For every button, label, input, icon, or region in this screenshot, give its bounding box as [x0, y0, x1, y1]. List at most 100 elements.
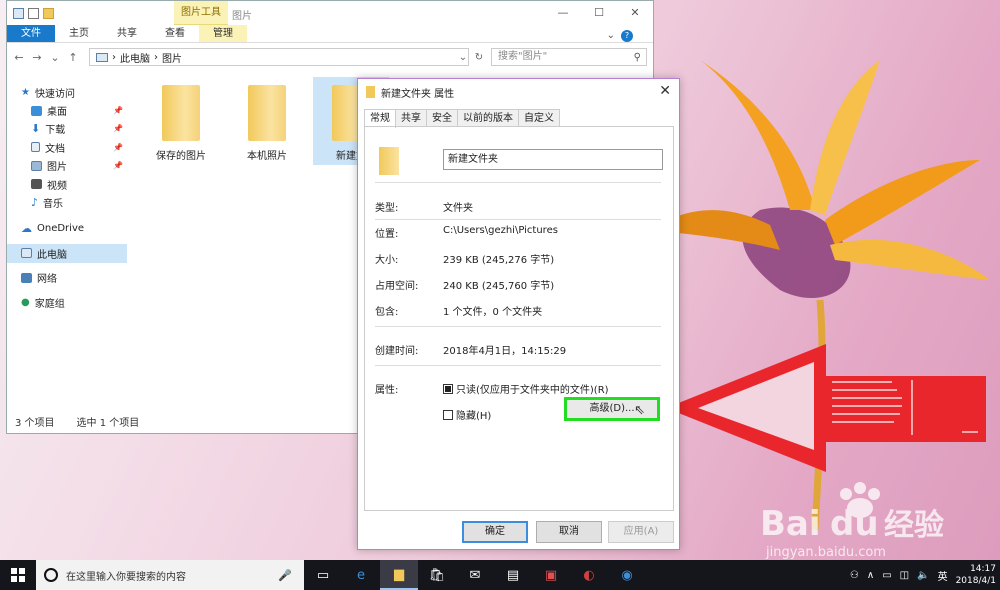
pin-icon[interactable]: 📌 — [113, 124, 123, 133]
onenote-icon[interactable]: ▣ — [532, 560, 570, 590]
readonly-checkbox[interactable]: 只读(仅应用于文件夹中的文件)(R) — [443, 381, 609, 396]
taskbar-search-input[interactable]: 在这里输入你要搜索的内容 🎤 — [36, 560, 304, 590]
close-button[interactable]: ✕ — [659, 83, 671, 99]
breadcrumb-pictures[interactable]: 图片 — [162, 50, 182, 65]
customize-toolbar-icon[interactable] — [58, 8, 66, 19]
location-value: C:\Users\gezhi\Pictures — [443, 225, 558, 236]
volume-icon[interactable]: 🔈 — [917, 570, 929, 581]
minimize-button[interactable]: — — [545, 1, 581, 25]
dialog-titlebar[interactable]: 新建文件夹 属性 ✕ — [358, 79, 679, 105]
ok-button[interactable]: 确定 — [462, 521, 528, 543]
clock[interactable]: 14:17 2018/4/1 — [956, 563, 996, 587]
selection-count: 选中 1 个项目 — [76, 418, 140, 429]
store-icon[interactable]: 🛍 — [418, 560, 456, 590]
edge-icon[interactable]: e — [342, 560, 380, 590]
folder-name-input[interactable]: 新建文件夹 — [443, 149, 663, 170]
address-dropdown-icon[interactable]: ⌄ — [459, 52, 467, 63]
sidebar-item-desktop[interactable]: 桌面 📌 — [7, 101, 127, 119]
sidebar-label: 文档 — [45, 143, 65, 155]
tab-manage[interactable]: 管理 — [199, 25, 247, 42]
sidebar-label: 下载 — [45, 125, 66, 137]
tab-view[interactable]: 查看 — [151, 25, 199, 42]
search-input[interactable]: 搜索"图片" ⚲ — [491, 48, 647, 66]
homegroup-icon: ● — [21, 296, 30, 308]
divider — [375, 326, 661, 327]
red-arrow-annotation — [666, 344, 986, 472]
hidden-checkbox[interactable]: 隐藏(H) — [443, 407, 491, 422]
contains-label: 包含: — [375, 307, 399, 318]
task-view-icon[interactable]: ▭ — [304, 560, 342, 590]
svg-text:du: du — [830, 504, 879, 544]
network-icon[interactable]: ◫ — [900, 570, 909, 581]
sidebar-item-this-pc[interactable]: 此电脑 — [7, 244, 127, 263]
sidebar-item-music[interactable]: ♪ 音乐 — [7, 193, 127, 211]
folder-item[interactable]: 保存的图片 — [143, 77, 219, 165]
file-explorer-icon[interactable]: ▆ — [380, 560, 418, 590]
folder-icon — [379, 147, 399, 175]
tab-share[interactable]: 共享 — [103, 25, 151, 42]
paint-icon[interactable]: ◐ — [570, 560, 608, 590]
news-icon[interactable]: ▤ — [494, 560, 532, 590]
tab-home[interactable]: 主页 — [55, 25, 103, 42]
battery-icon[interactable]: ▭ — [882, 570, 891, 581]
tab-file[interactable]: 文件 — [7, 25, 55, 42]
forward-button[interactable]: → — [31, 51, 43, 64]
tab-customize[interactable]: 自定义 — [518, 109, 560, 127]
maximize-button[interactable]: ☐ — [581, 1, 617, 25]
sidebar-item-downloads[interactable]: ⬇ 下载 📌 — [7, 120, 127, 138]
people-icon[interactable]: ⚇ — [850, 570, 859, 581]
explorer-titlebar[interactable]: 图片工具 图片 — ☐ ✕ — [7, 1, 653, 25]
properties-icon[interactable] — [28, 7, 39, 19]
cortana-icon — [44, 568, 58, 582]
apply-button[interactable]: 应用(A) — [608, 521, 674, 543]
address-bar[interactable]: › 此电脑 › 图片 — [89, 48, 469, 66]
input-method-indicator[interactable]: 英 — [938, 568, 948, 583]
start-button[interactable] — [0, 560, 36, 590]
sidebar-item-documents[interactable]: 文档 📌 — [7, 138, 127, 156]
cancel-button[interactable]: 取消 — [536, 521, 602, 543]
up-button[interactable]: ↑ — [67, 51, 79, 64]
sidebar-label: 网络 — [37, 274, 57, 286]
pin-icon[interactable]: 📌 — [113, 161, 123, 170]
dialog-title: 新建文件夹 属性 — [381, 88, 455, 100]
mail-icon[interactable]: ✉ — [456, 560, 494, 590]
sidebar-label: OneDrive — [37, 223, 85, 235]
folder-icon — [248, 85, 286, 141]
sidebar-label: 家庭组 — [34, 298, 65, 310]
sidebar-item-quick-access[interactable]: ★ 快速访问 — [7, 83, 127, 101]
general-panel: 新建文件夹 类型: 文件夹 位置: C:\Users\gezhi\Picture… — [364, 126, 674, 511]
search-icon[interactable]: ⚲ — [634, 50, 641, 66]
sidebar-item-onedrive[interactable]: ☁ OneDrive — [7, 220, 127, 238]
checkbox-box[interactable] — [443, 409, 453, 420]
tab-security[interactable]: 安全 — [426, 109, 458, 127]
checkbox-box[interactable] — [443, 383, 453, 394]
taskbar: 在这里输入你要搜索的内容 🎤 ▭ e ▆ 🛍 ✉ ▤ ▣ ◐ ◉ ⚇ ∧ ▭ ◫… — [0, 560, 1000, 590]
app-icon[interactable]: ◉ — [608, 560, 646, 590]
mouse-cursor-icon: ⇖ — [634, 403, 645, 418]
tab-previous-versions[interactable]: 以前的版本 — [457, 109, 519, 127]
new-folder-icon[interactable] — [43, 7, 54, 19]
pin-icon[interactable]: 📌 — [113, 106, 123, 115]
dialog-tabs: 常规 共享 安全 以前的版本 自定义 — [358, 109, 679, 128]
expand-ribbon-icon[interactable]: ⌄ — [607, 27, 615, 45]
refresh-icon[interactable]: ↻ — [475, 52, 483, 63]
tab-sharing[interactable]: 共享 — [395, 109, 427, 127]
sidebar-item-videos[interactable]: 视频 — [7, 175, 127, 193]
window-icon — [13, 7, 24, 19]
help-icon[interactable]: ? — [621, 30, 633, 42]
recent-locations-button[interactable]: ⌄ — [49, 51, 61, 64]
sidebar-item-network[interactable]: 网络 — [7, 269, 127, 287]
show-hidden-icons[interactable]: ∧ — [867, 570, 874, 581]
breadcrumb-this-pc[interactable]: 此电脑 — [120, 50, 150, 65]
sidebar-item-pictures[interactable]: 图片 📌 — [7, 157, 127, 175]
advanced-button[interactable]: 高级(D)... — [564, 397, 660, 421]
microphone-icon[interactable]: 🎤 — [278, 569, 292, 582]
close-button[interactable]: ✕ — [617, 1, 653, 25]
folder-item[interactable]: 本机照片 — [229, 77, 305, 165]
pin-icon[interactable]: 📌 — [113, 143, 123, 152]
back-button[interactable]: ← — [13, 51, 25, 64]
sidebar-item-homegroup[interactable]: ● 家庭组 — [7, 293, 127, 311]
disk-size-label: 占用空间: — [375, 281, 419, 292]
status-bar: 3 个项目 选中 1 个项目 — [15, 414, 139, 429]
this-pc-icon — [96, 52, 108, 62]
